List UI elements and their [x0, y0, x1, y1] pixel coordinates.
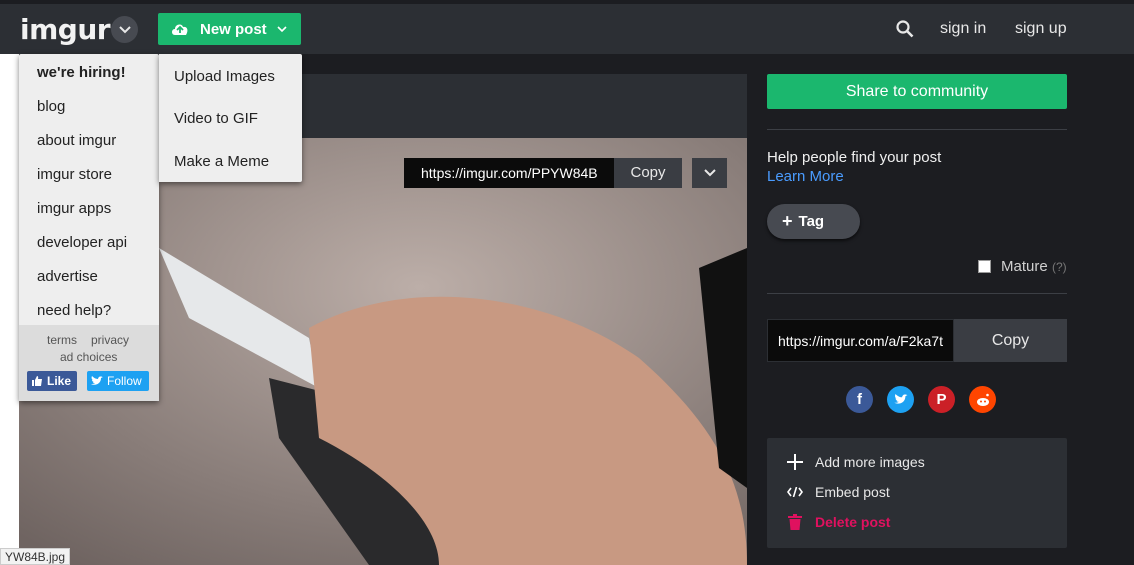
copy-album-url-button[interactable]: Copy	[954, 319, 1067, 362]
image-url-field[interactable]: https://imgur.com/PPYW84B	[404, 158, 614, 188]
add-more-images-label: Add more images	[815, 454, 925, 470]
tag-label: Tag	[798, 213, 825, 230]
menu-item-make-meme[interactable]: Make a Meme	[174, 153, 269, 170]
new-post-button[interactable]: New post	[158, 13, 301, 45]
menu-item-video-to-gif[interactable]: Video to GIF	[174, 110, 258, 127]
menu-item-advertise[interactable]: advertise	[37, 268, 98, 285]
plus-icon: +	[782, 211, 793, 231]
like-label: Like	[47, 374, 72, 388]
embed-post-label: Embed post	[815, 484, 890, 500]
ad-choices-link[interactable]: ad choices	[60, 350, 117, 364]
help-text: Help people find your post	[767, 149, 942, 166]
menu-item-developer-api[interactable]: developer api	[37, 234, 127, 251]
new-post-dropdown: Upload Images Video to GIF Make a Meme	[159, 54, 302, 182]
album-url-field[interactable]: https://imgur.com/a/F2ka7t	[767, 319, 954, 362]
facebook-like-button[interactable]: Like	[27, 371, 77, 391]
plus-icon	[785, 454, 805, 470]
copy-image-url-button[interactable]: Copy	[614, 158, 682, 188]
privacy-link[interactable]: privacy	[91, 333, 129, 347]
divider	[767, 293, 1067, 294]
code-icon	[785, 487, 805, 497]
cloud-upload-icon	[170, 22, 190, 36]
post-actions-panel: Add more images Embed post Delete post	[767, 438, 1067, 548]
menu-item-about[interactable]: about imgur	[37, 132, 116, 149]
mature-checkbox[interactable]	[978, 260, 991, 273]
sign-up-link[interactable]: sign up	[1015, 20, 1067, 38]
reddit-share-icon[interactable]	[969, 386, 996, 413]
trash-icon	[785, 514, 805, 530]
menu-item-upload-images[interactable]: Upload Images	[174, 68, 275, 85]
image-filename: YW84B.jpg	[0, 548, 71, 565]
delete-post-label: Delete post	[815, 514, 891, 530]
chevron-down-icon	[703, 169, 716, 177]
menu-item-store[interactable]: imgur store	[37, 166, 112, 183]
terms-link[interactable]: terms	[47, 333, 77, 347]
facebook-share-icon[interactable]: f	[846, 386, 873, 413]
new-post-label: New post	[200, 20, 267, 38]
more-options-button[interactable]	[692, 158, 727, 188]
top-navigation-bar: imgur New post sign in sign up	[0, 4, 1134, 54]
chevron-down-icon	[118, 25, 131, 33]
share-to-community-button[interactable]: Share to community	[767, 74, 1067, 109]
delete-post-action[interactable]: Delete post	[767, 510, 1067, 534]
page-edge	[0, 54, 19, 565]
menu-item-apps[interactable]: imgur apps	[37, 200, 111, 217]
follow-label: Follow	[107, 374, 142, 388]
menu-item-hiring[interactable]: we're hiring!	[37, 64, 126, 81]
divider	[767, 129, 1067, 130]
sign-in-link[interactable]: sign in	[940, 20, 986, 38]
imgur-logo[interactable]: imgur	[20, 13, 111, 46]
twitter-icon	[91, 376, 103, 385]
menu-item-blog[interactable]: blog	[37, 98, 65, 115]
twitter-follow-button[interactable]: Follow	[87, 371, 149, 391]
search-icon[interactable]	[896, 20, 914, 43]
pinterest-share-icon[interactable]: P	[928, 386, 955, 413]
learn-more-link[interactable]: Learn More	[767, 168, 844, 185]
mature-label: Mature	[1001, 258, 1048, 275]
twitter-share-icon[interactable]	[887, 386, 914, 413]
menu-item-help[interactable]: need help?	[37, 302, 111, 319]
add-tag-button[interactable]: + Tag	[767, 204, 860, 239]
imgur-menu-dropdown: we're hiring! blog about imgur imgur sto…	[19, 54, 159, 401]
mature-help-link[interactable]: (?)	[1052, 260, 1067, 274]
chevron-down-icon	[277, 25, 287, 33]
embed-post-action[interactable]: Embed post	[767, 480, 1067, 504]
thumbs-up-icon	[32, 376, 42, 386]
menu-toggle-button[interactable]	[111, 16, 138, 43]
add-more-images-action[interactable]: Add more images	[767, 450, 1067, 474]
